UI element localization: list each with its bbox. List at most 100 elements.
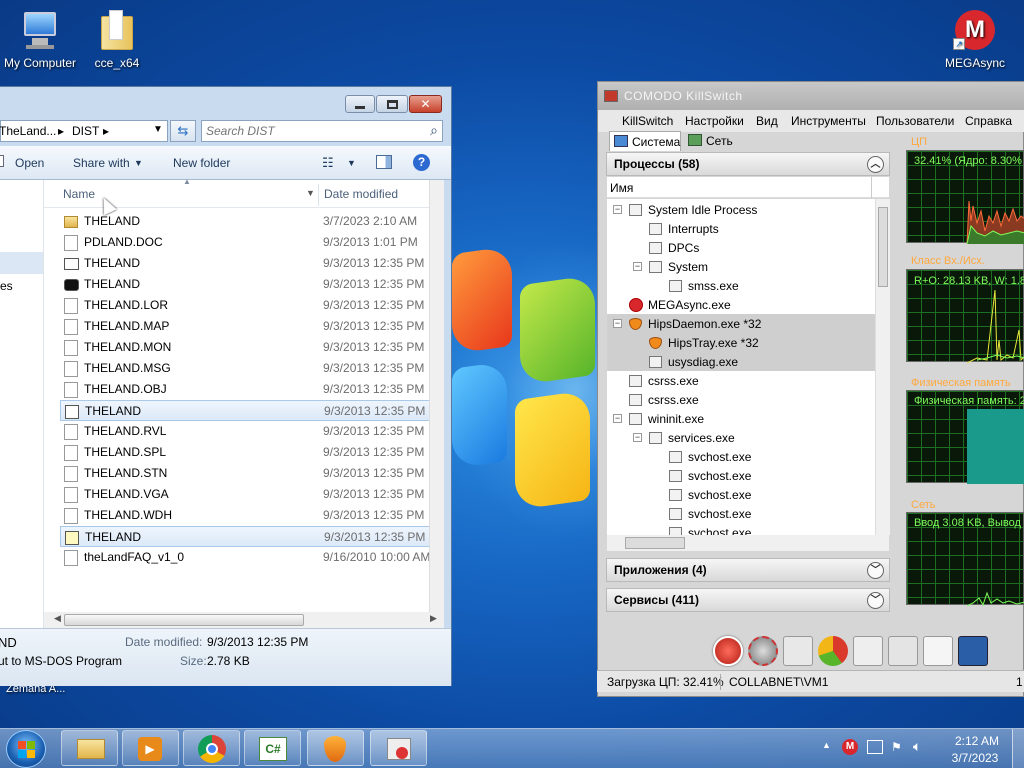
- column-header-name[interactable]: Имя: [610, 181, 633, 195]
- help-icon[interactable]: ?: [413, 154, 430, 171]
- file-row[interactable]: THELAND 9/3/2013 12:35 PM: [60, 526, 444, 547]
- vertical-scrollbar[interactable]: [429, 180, 444, 612]
- tab-system[interactable]: Система: [609, 131, 681, 151]
- process-horizontal-scrollbar[interactable]: [607, 535, 889, 551]
- file-row[interactable]: THELAND 9/3/2013 12:35 PM: [60, 253, 444, 274]
- share-with-button[interactable]: Share with: [73, 156, 130, 170]
- file-row[interactable]: THELAND.MON 9/3/2013 12:35 PM: [60, 337, 444, 358]
- process-row[interactable]: MEGAsync.exe: [607, 295, 875, 314]
- tools-icon[interactable]: [783, 636, 813, 666]
- chevron-down-icon[interactable]: ▼: [153, 124, 163, 135]
- process-row[interactable]: csrss.exe: [607, 371, 875, 390]
- desktop-icon-my-computer[interactable]: My Computer: [0, 8, 80, 70]
- pie-chart-icon[interactable]: [818, 636, 848, 666]
- collapse-icon[interactable]: −: [613, 414, 622, 423]
- chevron-down-icon[interactable]: ﹀: [867, 562, 884, 579]
- start-button[interactable]: [6, 730, 46, 768]
- process-row[interactable]: svchost.exe: [607, 504, 875, 523]
- column-header-name[interactable]: Name: [63, 187, 95, 213]
- file-row[interactable]: THELAND.MSG 9/3/2013 12:35 PM: [60, 358, 444, 379]
- file-row[interactable]: THELAND.WDH 9/3/2013 12:35 PM: [60, 505, 444, 526]
- maximize-button[interactable]: [376, 95, 408, 113]
- action-center-flag-icon[interactable]: ⚑: [891, 740, 907, 754]
- network-tray-icon[interactable]: [867, 740, 883, 754]
- menu-view[interactable]: Вид: [756, 114, 778, 128]
- clock-time[interactable]: 2:12 AM: [952, 734, 1002, 748]
- collapse-icon[interactable]: −: [633, 433, 642, 442]
- process-row[interactable]: svchost.exe: [607, 447, 875, 466]
- taskbar-comodo-button[interactable]: [307, 730, 364, 766]
- chevron-down-icon[interactable]: ▼: [347, 158, 356, 168]
- process-row[interactable]: svchost.exe: [607, 485, 875, 504]
- menu-users[interactable]: Пользователи: [876, 114, 954, 128]
- preview-pane-icon[interactable]: [376, 155, 392, 169]
- collapse-icon[interactable]: −: [633, 262, 642, 271]
- performance-monitor-icon[interactable]: [958, 636, 988, 666]
- magnifier-icon[interactable]: [853, 636, 883, 666]
- file-row[interactable]: THELAND 3/7/2023 2:10 AM: [60, 211, 444, 232]
- mega-tray-icon[interactable]: M: [842, 739, 858, 755]
- view-options-icon[interactable]: ☷: [322, 155, 334, 171]
- open-button[interactable]: Open: [15, 156, 44, 170]
- chevron-down-icon[interactable]: ﹀: [867, 592, 884, 609]
- process-row[interactable]: svchost.exe: [607, 523, 875, 535]
- file-row[interactable]: THELAND.SPL 9/3/2013 12:35 PM: [60, 442, 444, 463]
- refresh-button[interactable]: ⇆: [170, 120, 196, 142]
- minimize-button[interactable]: [345, 95, 375, 113]
- new-folder-button[interactable]: New folder: [173, 156, 230, 170]
- search-input[interactable]: [206, 123, 416, 139]
- volume-icon[interactable]: 🔈︎: [913, 738, 921, 755]
- process-row[interactable]: − wininit.exe: [607, 409, 875, 428]
- taskbar-media-player-button[interactable]: ▶: [122, 730, 179, 766]
- scrollbar-thumb[interactable]: [64, 614, 304, 626]
- file-row[interactable]: THELAND.STN 9/3/2013 12:35 PM: [60, 463, 444, 484]
- file-row[interactable]: THELAND.OBJ 9/3/2013 12:35 PM: [60, 379, 444, 400]
- taskbar-killswitch-button[interactable]: [370, 730, 427, 766]
- search-box[interactable]: ⌕: [201, 120, 443, 142]
- close-button[interactable]: ✕: [409, 95, 442, 113]
- taskbar-chrome-button[interactable]: [183, 730, 240, 766]
- process-row[interactable]: DPCs: [607, 238, 875, 257]
- file-row[interactable]: THELAND.LOR 9/3/2013 12:35 PM: [60, 295, 444, 316]
- zoom-search-icon[interactable]: [888, 636, 918, 666]
- process-row[interactable]: − System: [607, 257, 875, 276]
- show-hidden-icons-icon[interactable]: ▲: [822, 740, 831, 750]
- file-row[interactable]: THELAND.VGA 9/3/2013 12:35 PM: [60, 484, 444, 505]
- file-row[interactable]: PDLAND.DOC 9/3/2013 1:01 PM: [60, 232, 444, 253]
- process-vertical-scrollbar[interactable]: [875, 199, 890, 535]
- breadcrumb-item[interactable]: DIST: [72, 124, 99, 138]
- scroll-right-icon[interactable]: ▶: [430, 613, 437, 624]
- taskbar-explorer-button[interactable]: [61, 730, 118, 766]
- menu-settings[interactable]: Настройки: [685, 114, 744, 128]
- processes-panel-header[interactable]: Процессы (58) ︿: [606, 152, 890, 176]
- breadcrumb-item[interactable]: TheLand...: [0, 124, 56, 138]
- process-row[interactable]: svchost.exe: [607, 466, 875, 485]
- process-row[interactable]: csrss.exe: [607, 390, 875, 409]
- settings-gear-icon[interactable]: [748, 636, 778, 666]
- chevron-up-icon[interactable]: ︿: [867, 156, 884, 173]
- scroll-left-icon[interactable]: ◀: [54, 613, 61, 624]
- file-row[interactable]: THELAND.RVL 9/3/2013 12:35 PM: [60, 421, 444, 442]
- taskbar-csharp-button[interactable]: C#: [244, 730, 301, 766]
- clock-date[interactable]: 3/7/2023: [945, 751, 1005, 765]
- process-row[interactable]: usysdiag.exe: [607, 352, 875, 371]
- process-row[interactable]: − services.exe: [607, 428, 875, 447]
- column-header-date-modified[interactable]: Date modified: [324, 187, 398, 213]
- show-desktop-button[interactable]: [1012, 729, 1024, 768]
- nav-selected-item[interactable]: [0, 252, 43, 274]
- menu-killswitch[interactable]: KillSwitch: [622, 114, 673, 128]
- services-panel-header[interactable]: Сервисы (411) ﹀: [606, 588, 890, 612]
- tab-network[interactable]: Сеть: [684, 131, 744, 151]
- file-row[interactable]: THELAND 9/3/2013 12:35 PM: [60, 400, 444, 421]
- scrollbar-thumb[interactable]: [878, 207, 888, 287]
- process-row[interactable]: Interrupts: [607, 219, 875, 238]
- collapse-icon[interactable]: −: [613, 205, 622, 214]
- desktop-icon-megasync[interactable]: M ↗ MEGAsync: [935, 8, 1015, 70]
- file-row[interactable]: THELAND 9/3/2013 12:35 PM: [60, 274, 444, 295]
- menu-help[interactable]: Справка: [965, 114, 1012, 128]
- nav-item-label[interactable]: es: [0, 279, 13, 293]
- applications-panel-header[interactable]: Приложения (4) ﹀: [606, 558, 890, 582]
- process-row[interactable]: smss.exe: [607, 276, 875, 295]
- address-bar[interactable]: TheLand... ▸ DIST ▸ ▼: [0, 120, 168, 142]
- scrollbar-thumb[interactable]: [625, 537, 685, 549]
